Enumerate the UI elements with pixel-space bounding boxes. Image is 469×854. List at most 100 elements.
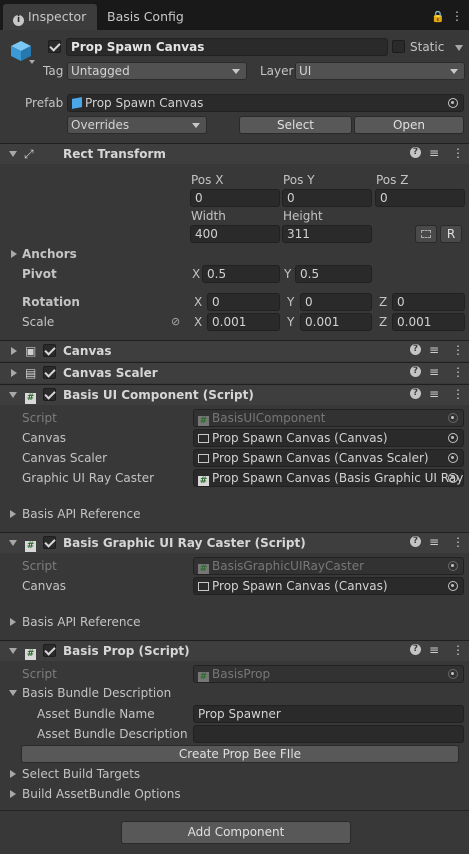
icon-dropdown-arrow[interactable] (29, 60, 35, 64)
script-file-icon: # (198, 672, 209, 682)
preset-icon[interactable]: ≡ (429, 387, 439, 401)
width-field[interactable]: 400 (190, 225, 280, 243)
canvas-enabled-toggle[interactable] (43, 344, 56, 357)
prefab-field[interactable]: Prop Spawn Canvas (67, 94, 464, 112)
anchors-label[interactable]: Anchors (22, 247, 77, 261)
posz-field[interactable]: 0 (375, 189, 465, 207)
posx-field[interactable]: 0 (190, 189, 280, 207)
object-picker-icon[interactable] (448, 581, 458, 591)
context-menu-icon[interactable]: ⋮ (452, 365, 464, 379)
tag-dropdown[interactable]: Untagged (67, 62, 247, 80)
foldout-arrow[interactable] (11, 369, 17, 377)
foldout-arrow[interactable] (9, 151, 17, 157)
canvas-field[interactable]: Prop Spawn Canvas (Canvas) (193, 429, 464, 447)
height-field[interactable]: 311 (282, 225, 372, 243)
bundle-desc-foldout-arrow[interactable] (9, 690, 17, 696)
preset-icon[interactable]: ≡ (429, 643, 439, 657)
api-reference-label[interactable]: Basis API Reference (22, 507, 140, 521)
object-picker-icon[interactable] (448, 453, 458, 463)
raw-edit-button[interactable]: R (440, 225, 462, 243)
canvas-scaler-header[interactable]: ▤ Canvas Scaler ? ≡ ⋮ (0, 362, 469, 383)
rot-z-field[interactable]: 0 (392, 293, 465, 311)
context-menu-icon[interactable]: ⋮ (452, 343, 464, 357)
pivot-y-label: Y (284, 267, 292, 281)
canvas-field[interactable]: Prop Spawn Canvas (Canvas) (193, 577, 464, 595)
object-picker-icon[interactable] (448, 433, 458, 443)
bundle-description-label[interactable]: Basis Bundle Description (22, 686, 171, 700)
rot-x-field[interactable]: 0 (207, 293, 280, 311)
select-build-targets-label[interactable]: Select Build Targets (22, 767, 140, 781)
ui-component-header[interactable]: # Basis UI Component (Script) ? ≡ ⋮ (0, 384, 469, 405)
create-prop-file-button[interactable]: Create Prop Bee FIle (21, 745, 459, 763)
foldout-arrow[interactable] (9, 540, 17, 546)
scale-z-field[interactable]: 0.001 (392, 313, 465, 331)
canvas-scaler-field[interactable]: Prop Spawn Canvas (Canvas Scaler) (193, 449, 464, 467)
select-button[interactable]: Select (239, 116, 352, 134)
help-icon[interactable]: ? (410, 536, 421, 547)
ui-component-enabled-toggle[interactable] (43, 388, 56, 401)
basis-prop-enabled-toggle[interactable] (43, 644, 56, 657)
object-picker-icon[interactable] (448, 98, 458, 108)
asset-bundle-description-field[interactable] (193, 725, 464, 743)
rot-y-field[interactable]: 0 (300, 293, 372, 311)
preset-icon[interactable]: ≡ (429, 365, 439, 379)
blueprint-mode-button[interactable] (415, 225, 437, 243)
help-icon[interactable]: ? (410, 147, 421, 158)
pivot-y-field[interactable]: 0.5 (295, 265, 372, 283)
api-foldout-arrow[interactable] (10, 510, 16, 518)
context-menu-icon[interactable]: ⋮ (452, 387, 464, 401)
static-dropdown-arrow[interactable] (455, 45, 463, 51)
help-icon[interactable]: ? (410, 644, 421, 655)
preset-icon[interactable]: ≡ (429, 535, 439, 549)
static-toggle[interactable] (392, 40, 405, 53)
tab-basis-config[interactable]: Basis Config (97, 4, 197, 30)
build-options-foldout-arrow[interactable] (10, 790, 16, 798)
ray-caster-enabled-toggle[interactable] (43, 536, 56, 549)
component-title: Basis Prop (Script) (63, 644, 190, 658)
open-button[interactable]: Open (354, 116, 464, 134)
posy-field[interactable]: 0 (282, 189, 372, 207)
preset-icon[interactable]: ≡ (429, 146, 439, 160)
help-icon[interactable]: ? (410, 344, 421, 355)
rect-transform-header[interactable]: ⤢ Rect Transform ? ≡ ⋮ (0, 143, 469, 164)
more-menu-icon[interactable]: ⋮ (451, 9, 463, 23)
prefab-label: Prefab (25, 96, 64, 110)
canvas-value: Prop Spawn Canvas (Canvas) (212, 431, 388, 445)
canvas-scaler-enabled-toggle[interactable] (43, 366, 56, 379)
help-icon[interactable]: ? (410, 388, 421, 399)
asset-bundle-name-field[interactable]: Prop Spawner (193, 705, 464, 723)
anchors-foldout-arrow[interactable] (11, 250, 17, 258)
active-toggle[interactable] (48, 40, 61, 53)
constrain-proportions-icon[interactable]: ⊘ (171, 315, 180, 329)
ray-caster-field[interactable]: # Prop Spawn Canvas (Basis Graphic UI Ray (193, 469, 464, 487)
basis-prop-header[interactable]: # Basis Prop (Script) ? ≡ ⋮ (0, 640, 469, 661)
preset-icon[interactable]: ≡ (429, 343, 439, 357)
add-component-button[interactable]: Add Component (121, 821, 351, 844)
help-icon[interactable]: ? (410, 366, 421, 377)
canvas-header[interactable]: ▣ Canvas ? ≡ ⋮ (0, 340, 469, 361)
tab-inspector[interactable]: i Inspector (3, 4, 97, 30)
layer-dropdown[interactable]: UI (295, 62, 465, 80)
foldout-arrow[interactable] (9, 392, 17, 398)
api-foldout-arrow[interactable] (10, 618, 16, 626)
foldout-arrow[interactable] (11, 347, 17, 355)
object-picker-icon[interactable] (448, 473, 458, 483)
object-picker-icon (448, 413, 458, 423)
object-name-field[interactable]: Prop Spawn Canvas (66, 38, 388, 56)
pivot-x-field[interactable]: 0.5 (202, 265, 280, 283)
rot-y-label: Y (287, 295, 295, 309)
canvas-label: Canvas (22, 431, 67, 445)
ray-caster-header[interactable]: # Basis Graphic UI Ray Caster (Script) ?… (0, 532, 469, 553)
build-targets-foldout-arrow[interactable] (10, 770, 16, 778)
context-menu-icon[interactable]: ⋮ (452, 535, 464, 549)
api-reference-label[interactable]: Basis API Reference (22, 615, 140, 629)
lock-icon[interactable]: 🔒 (431, 10, 445, 24)
scale-y-field[interactable]: 0.001 (300, 313, 372, 331)
foldout-arrow[interactable] (9, 648, 17, 654)
context-menu-icon[interactable]: ⋮ (452, 643, 464, 657)
overrides-dropdown[interactable]: Overrides (67, 116, 207, 134)
build-options-label[interactable]: Build AssetBundle Options (22, 787, 181, 801)
context-menu-icon[interactable]: ⋮ (452, 146, 464, 160)
height-label: Height (283, 209, 323, 223)
scale-x-field[interactable]: 0.001 (207, 313, 280, 331)
